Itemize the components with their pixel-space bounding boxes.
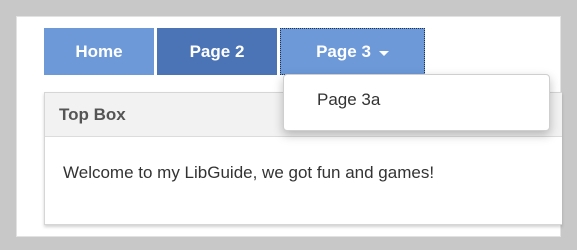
tab-home[interactable]: Home — [44, 28, 154, 75]
tab-page-2[interactable]: Page 2 — [157, 28, 277, 75]
caret-down-icon — [378, 50, 389, 56]
nav-tabs: Home Page 2 Page 3 — [44, 28, 428, 75]
page-3-dropdown-menu: Page 3a — [283, 74, 550, 131]
guide-frame: Home Page 2 Page 3 Top Box Welcome to my… — [16, 16, 562, 237]
tab-home-label: Home — [75, 41, 123, 61]
tab-page-3[interactable]: Page 3 — [280, 28, 425, 75]
top-box-body: Welcome to my LibGuide, we got fun and g… — [63, 163, 435, 182]
tab-page-2-label: Page 2 — [189, 41, 245, 61]
dropdown-item-page-3a[interactable]: Page 3a — [317, 90, 380, 109]
tab-page-3-label: Page 3 — [316, 41, 371, 61]
